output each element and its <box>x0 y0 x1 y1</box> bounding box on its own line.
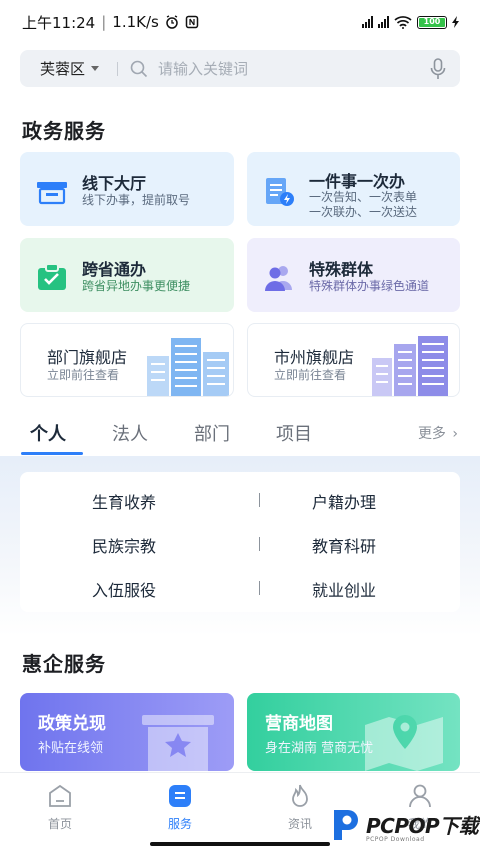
store-title: 市州旗舰店 <box>274 348 355 367</box>
promo-subtitle: 补贴在线领 <box>38 741 104 756</box>
gift-box-icon <box>142 715 214 771</box>
wifi-icon <box>394 15 412 29</box>
home-icon <box>49 784 71 807</box>
category-tabs: 个人 法人 部门 项目 更多 › <box>0 410 480 456</box>
promo-policy-redemption[interactable]: 政策兑现 补贴在线领 <box>20 693 234 771</box>
store-subtitle: 立即前往查看 <box>274 368 347 382</box>
pcpop-watermark: PCPOP下载 PCPOP Download <box>330 806 479 843</box>
watermark-subtext: PCPOP Download <box>366 836 425 843</box>
card-title: 特殊群体 <box>309 260 374 279</box>
region-label: 芙蓉区 <box>40 60 86 78</box>
nav-news[interactable]: 资讯 <box>270 783 330 832</box>
microphone-icon[interactable] <box>430 57 446 80</box>
category-item[interactable]: 就业创业 <box>312 577 376 601</box>
nav-label: 服务 <box>167 817 192 831</box>
nav-label: 首页 <box>47 817 72 831</box>
watermark-text: PCPOP下载 <box>366 813 479 838</box>
counter-icon <box>37 182 67 205</box>
status-right: 100 <box>362 15 460 29</box>
buildings-icon <box>147 338 229 396</box>
card-subtitle-2: 一次联办、一次送达 <box>309 205 418 219</box>
store-title: 部门旗舰店 <box>47 348 128 367</box>
buildings-icon <box>372 336 448 396</box>
card-city-store[interactable]: 市州旗舰店 立即前往查看 <box>247 323 460 397</box>
category-separator <box>259 581 260 595</box>
region-selector[interactable]: 芙蓉区 <box>40 58 100 79</box>
chevron-right-icon: › <box>452 426 458 442</box>
card-one-thing-once[interactable]: 一件事一次办 一次告知、一次表单 一次联办、一次送达 <box>247 152 460 226</box>
tab-personal[interactable]: 个人 <box>30 420 66 446</box>
enterprise-services-title: 惠企服务 <box>22 652 106 676</box>
card-offline-hall[interactable]: 线下大厅 线下办事，提前取号 <box>20 152 234 226</box>
battery-icon: 100 <box>417 15 447 29</box>
nfc-icon <box>185 15 199 29</box>
services-icon <box>169 785 191 807</box>
promo-subtitle: 身在湖南 营商无忧 <box>265 741 374 756</box>
flame-icon <box>292 784 308 807</box>
card-subtitle: 特殊群体办事绿色通道 <box>309 279 430 293</box>
nav-home[interactable]: 首页 <box>30 783 90 832</box>
more-label: 更多 <box>417 426 446 442</box>
category-item[interactable]: 教育科研 <box>312 533 376 557</box>
card-subtitle: 线下办事，提前取号 <box>82 193 191 207</box>
category-item[interactable]: 生育收养 <box>92 489 156 513</box>
promo-business-map[interactable]: 营商地图 身在湖南 营商无忧 <box>247 693 460 771</box>
card-department-store[interactable]: 部门旗舰店 立即前往查看 <box>20 323 234 397</box>
promo-title: 营商地图 <box>265 714 333 734</box>
category-separator <box>259 493 260 507</box>
search-divider <box>117 61 119 76</box>
tab-active-indicator <box>21 452 83 455</box>
category-item[interactable]: 户籍办理 <box>312 489 376 513</box>
tab-department[interactable]: 部门 <box>194 420 230 446</box>
caret-down-icon <box>91 66 100 71</box>
search-icon <box>130 60 148 77</box>
people-icon <box>265 266 292 291</box>
tab-project[interactable]: 项目 <box>276 420 312 446</box>
document-lightning-icon <box>266 178 294 206</box>
signal-icon-2 <box>378 16 389 28</box>
search-input[interactable]: 请输入关键词 <box>158 58 430 79</box>
category-grid: 生育收养 户籍办理 民族宗教 教育科研 入伍服役 就业创业 <box>20 472 460 612</box>
status-bar: 上午11:24 | 1.1K/s 100 <box>0 0 480 44</box>
category-separator <box>259 537 260 551</box>
home-indicator <box>150 842 330 846</box>
status-left: 上午11:24 | 1.1K/s <box>22 12 199 33</box>
card-special-groups[interactable]: 特殊群体 特殊群体办事绿色通道 <box>247 238 460 312</box>
gov-services-title: 政务服务 <box>22 119 106 143</box>
alarm-icon <box>166 15 178 29</box>
more-link[interactable]: 更多 › <box>418 423 458 443</box>
store-subtitle: 立即前往查看 <box>47 368 120 382</box>
card-title: 跨省通办 <box>82 260 147 279</box>
pcpop-logo-icon <box>334 810 358 840</box>
nav-services[interactable]: 服务 <box>150 783 210 832</box>
category-item[interactable]: 入伍服役 <box>92 577 156 601</box>
search-bar[interactable]: 芙蓉区 请输入关键词 <box>20 50 460 87</box>
signal-icon <box>362 16 373 28</box>
card-title: 线下大厅 <box>82 174 147 193</box>
promo-title: 政策兑现 <box>38 714 106 734</box>
category-item[interactable]: 民族宗教 <box>92 533 156 557</box>
network-speed: 1.1K/s <box>112 13 159 31</box>
nav-label: 资讯 <box>287 817 312 831</box>
card-subtitle: 一次告知、一次表单 <box>309 190 418 204</box>
charging-icon <box>452 16 459 28</box>
card-cross-province[interactable]: 跨省通办 跨省异地办事更便捷 <box>20 238 234 312</box>
tab-legal-person[interactable]: 法人 <box>112 420 148 446</box>
checklist-icon <box>38 263 66 290</box>
card-subtitle: 跨省异地办事更便捷 <box>82 279 191 293</box>
status-time: 上午11:24 <box>22 13 96 32</box>
